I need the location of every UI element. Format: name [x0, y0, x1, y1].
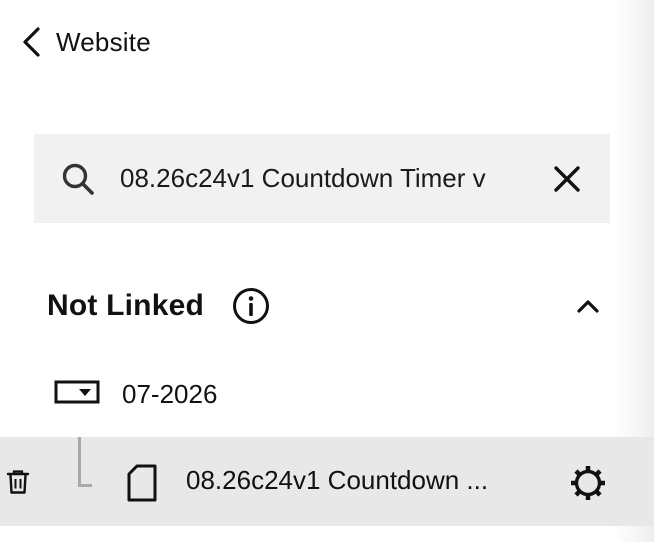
page-icon: [127, 464, 157, 502]
search-input[interactable]: [120, 158, 520, 199]
back-button[interactable]: Website: [20, 22, 151, 62]
gear-icon[interactable]: [568, 463, 608, 503]
close-icon[interactable]: [550, 162, 584, 196]
chevron-left-icon: [20, 25, 44, 59]
search-bar: [34, 134, 610, 223]
chevron-up-icon[interactable]: [572, 290, 604, 322]
tree-connector: [78, 437, 92, 487]
search-icon: [60, 161, 96, 197]
folder-dropdown-icon: [54, 379, 100, 410]
back-label: Website: [56, 26, 151, 57]
folder-item[interactable]: 07-2026: [54, 370, 217, 418]
section-title: Not Linked: [47, 289, 204, 322]
info-icon[interactable]: [232, 287, 270, 325]
trash-icon[interactable]: [6, 469, 30, 495]
section-header-not-linked: Not Linked: [47, 284, 270, 328]
page-item[interactable]: 08.26c24v1 Countdown ...: [0, 437, 654, 526]
folder-label: 07-2026: [122, 378, 218, 409]
page-label: 08.26c24v1 Countdown ...: [186, 465, 489, 495]
